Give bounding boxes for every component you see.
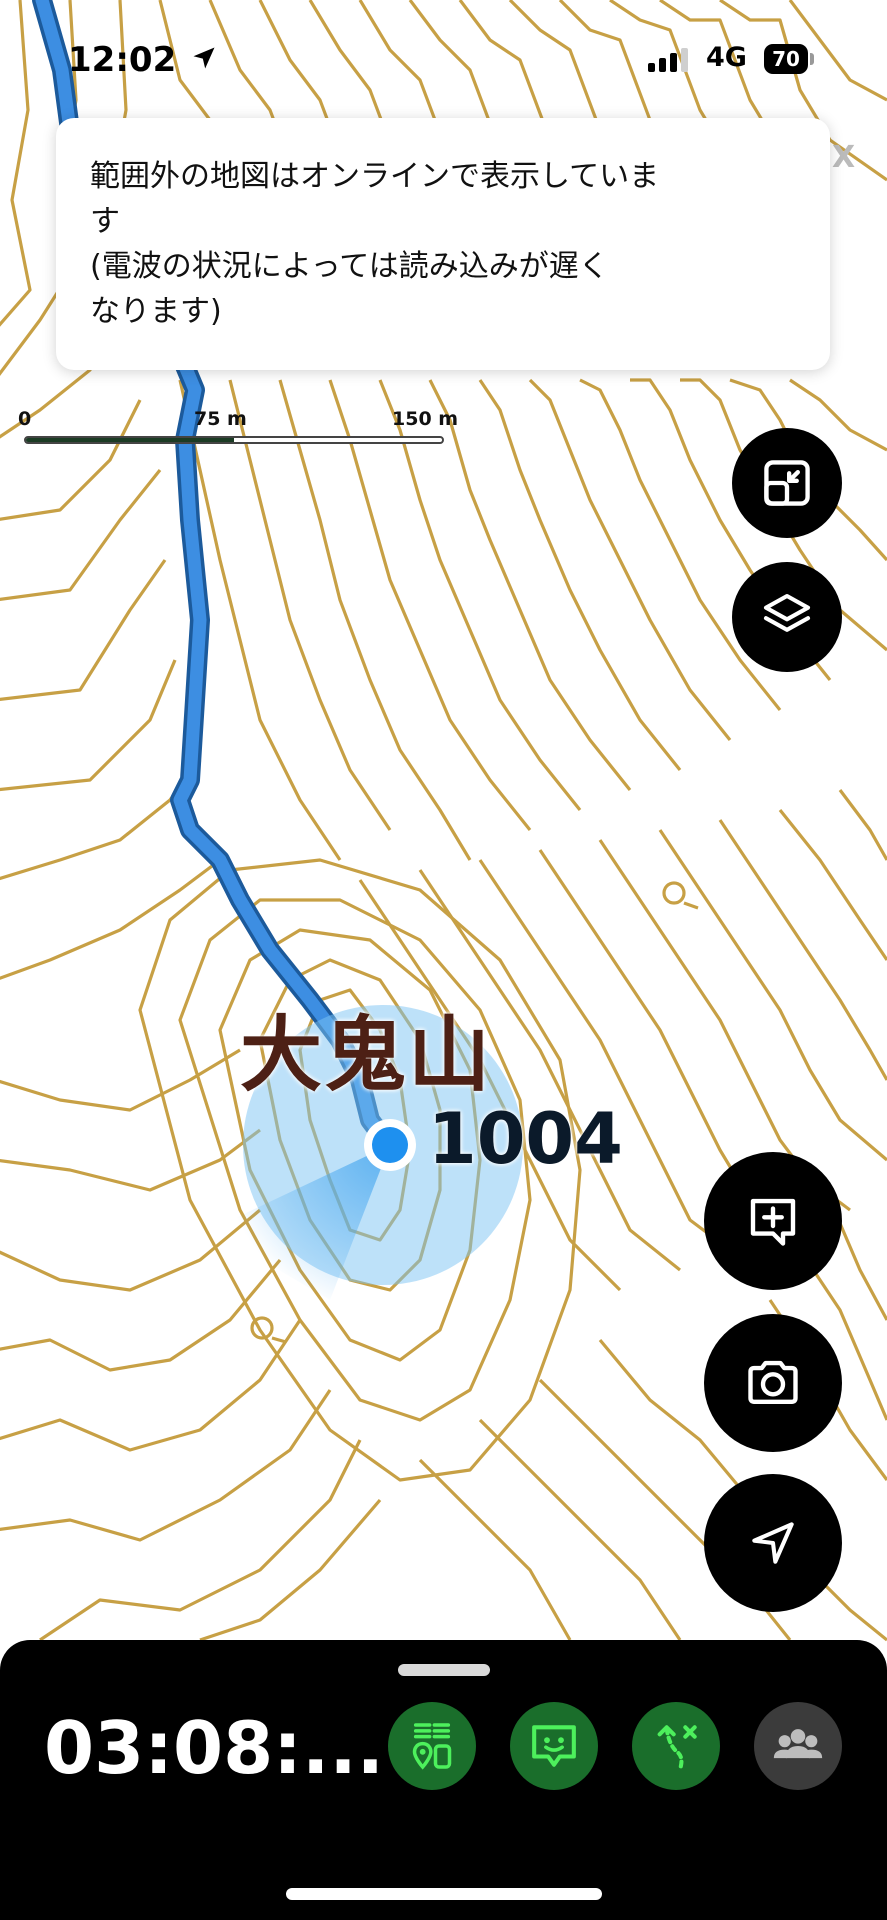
peak-name-label: 大鬼山 (240, 1008, 493, 1103)
scale-label-0: 0 (18, 408, 32, 430)
offline-map-notice: 範囲外の地図はオンラインで表示していま す (電波の状況によっては読み込みが遅く… (56, 118, 830, 370)
message-button[interactable] (510, 1702, 598, 1790)
app-screen: 大鬼山 1004 12:02 4G 70 X 範囲外の地図はオンラインで表示して… (0, 0, 887, 1920)
layers-icon (763, 593, 811, 632)
battery-icon: 70 (764, 42, 814, 76)
shrink-icon (764, 460, 810, 506)
hiking-status-button[interactable] (388, 1702, 476, 1790)
navigation-arrow-icon (752, 1522, 794, 1564)
activity-panel: 03:08:... (0, 1640, 887, 1920)
camera-button[interactable] (704, 1314, 842, 1452)
group-button[interactable] (754, 1702, 842, 1790)
battery-level: 70 (764, 44, 808, 74)
cellular-signal-icon (648, 48, 688, 72)
close-icon[interactable]: X (832, 140, 855, 175)
hiking-status-icon (412, 1723, 452, 1770)
map-layers-button[interactable] (732, 562, 842, 672)
location-arrow-icon (193, 47, 215, 69)
route-icon (657, 1725, 697, 1770)
home-indicator (286, 1888, 602, 1900)
status-time: 12:02 (68, 40, 177, 80)
scale-bar: 0 75 m 150 m (18, 408, 458, 458)
add-memo-button[interactable] (704, 1152, 842, 1290)
route-button[interactable] (632, 1702, 720, 1790)
message-icon (532, 1725, 576, 1767)
add-memo-icon (750, 1198, 796, 1246)
scale-label-150: 150 m (392, 408, 459, 430)
shrink-map-button[interactable] (732, 428, 842, 538)
status-bar: 12:02 4G 70 (0, 0, 887, 120)
elevation-label: 1004 (428, 1098, 623, 1180)
group-icon (773, 1729, 823, 1759)
elapsed-time: 03:08:... (44, 1706, 385, 1790)
network-type: 4G (706, 42, 747, 73)
camera-icon (748, 1360, 798, 1404)
current-location-button[interactable] (704, 1474, 842, 1612)
notice-text: 範囲外の地図はオンラインで表示していま す (電波の状況によっては読み込みが遅く… (90, 159, 660, 329)
scale-label-75: 75 m (194, 408, 247, 430)
panel-grabber[interactable] (398, 1664, 490, 1676)
